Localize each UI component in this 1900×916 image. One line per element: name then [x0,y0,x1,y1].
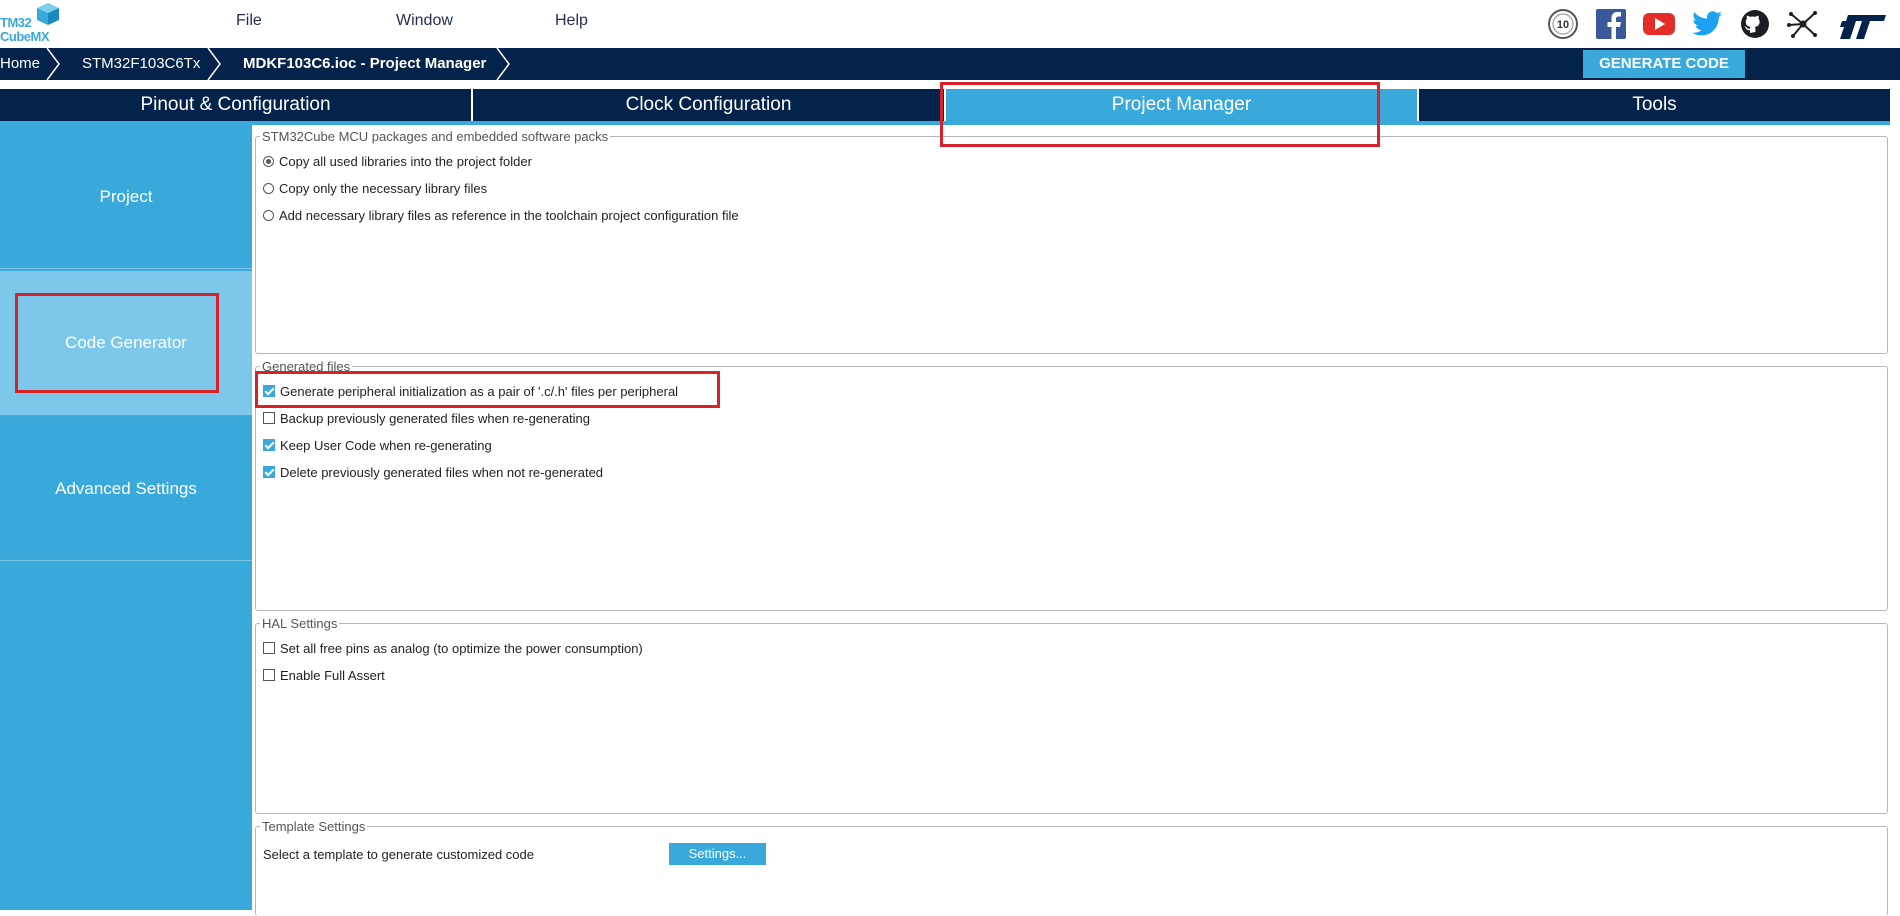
sidebar-item-project[interactable]: Project [0,125,252,269]
top-menu-bar: TM32 CubeMX File Window Help 10 [0,0,1900,48]
radio-button[interactable] [263,209,274,221]
option-label: Backup previously generated files when r… [280,410,591,426]
svg-text:10: 10 [1557,19,1569,31]
radio-button[interactable] [263,182,274,194]
template-settings-group-title: Template Settings [260,819,368,834]
option-label: Generate peripheral initialization as a … [280,383,679,399]
chevron-right-icon [207,48,221,80]
sidebar-item-advanced-settings[interactable]: Advanced Settings [0,417,252,561]
checkbox[interactable] [263,642,275,654]
generated-files-group: Generated files Generate peripheral init… [255,359,1888,611]
hal-settings-group: HAL Settings Set all free pins as analog… [255,616,1888,814]
st-logo-icon[interactable] [1834,7,1886,41]
option-label: Set all free pins as analog (to optimize… [280,640,643,656]
option-label: Add necessary library files as reference… [279,207,739,223]
breadcrumb-project[interactable]: MDKF103C6.ioc - Project Manager [243,48,486,80]
packages-option-copy-all[interactable]: Copy all used libraries into the project… [263,152,532,170]
option-label: Copy only the necessary library files [279,180,488,196]
stm32cubemx-logo: TM32 CubeMX [0,2,62,46]
template-settings-label: Select a template to generate customized… [263,847,534,862]
menu-help[interactable]: Help [555,12,588,30]
template-settings-group: Template Settings Select a template to g… [255,819,1888,916]
option-label: Keep User Code when re-generating [280,437,492,453]
hal-settings-group-title: HAL Settings [260,616,340,631]
sidebar-item-code-generator[interactable]: Code Generator [0,271,252,415]
checkbox[interactable] [263,412,275,424]
tab-project-manager[interactable]: Project Manager [946,89,1419,121]
option-label: Copy all used libraries into the project… [279,153,532,169]
checkbox[interactable] [263,439,275,451]
anniversary-10-icon[interactable]: 10 [1546,7,1580,41]
generate-code-button[interactable]: GENERATE CODE [1583,50,1745,78]
chevron-right-icon [496,48,510,80]
template-settings-button[interactable]: Settings... [669,843,766,865]
logo-line2: CubeMX [0,29,50,44]
tab-clock-configuration[interactable]: Clock Configuration [473,89,946,121]
packages-group-title: STM32Cube MCU packages and embedded soft… [260,129,611,144]
youtube-icon[interactable] [1642,7,1676,41]
tab-underline [0,121,1890,125]
checkbox[interactable] [263,385,275,397]
packages-group: STM32Cube MCU packages and embedded soft… [255,129,1888,354]
hal-option-full-assert[interactable]: Enable Full Assert [263,666,385,684]
packages-option-add-reference[interactable]: Add necessary library files as reference… [263,206,739,224]
option-label: Delete previously generated files when n… [280,464,604,480]
twitter-icon[interactable] [1690,7,1724,41]
tab-tools[interactable]: Tools [1419,89,1890,121]
packages-option-copy-necessary[interactable]: Copy only the necessary library files [263,179,487,197]
breadcrumb-home[interactable]: Home [0,48,40,80]
network-icon[interactable] [1786,7,1820,41]
menu-window[interactable]: Window [396,12,453,30]
tab-pinout-configuration[interactable]: Pinout & Configuration [0,89,473,121]
main-tabs: Pinout & Configuration Clock Configurati… [0,89,1890,121]
chevron-right-icon [46,48,60,80]
generated-files-group-title: Generated files [260,359,353,374]
radio-button[interactable] [263,155,274,167]
github-icon[interactable] [1738,7,1772,41]
facebook-icon[interactable] [1594,7,1628,41]
option-label: Enable Full Assert [280,667,385,683]
generated-files-option-delete-previous[interactable]: Delete previously generated files when n… [263,463,603,481]
hal-option-free-pins-analog[interactable]: Set all free pins as analog (to optimize… [263,639,643,657]
checkbox[interactable] [263,466,275,478]
generated-files-option-backup[interactable]: Backup previously generated files when r… [263,409,590,427]
generated-files-option-keep-user-code[interactable]: Keep User Code when re-generating [263,436,492,454]
social-icons: 10 [1546,4,1886,44]
checkbox[interactable] [263,669,275,681]
menu-file[interactable]: File [236,12,262,30]
logo-line1: TM32 [0,15,32,30]
generated-files-option-pair-files[interactable]: Generate peripheral initialization as a … [263,382,678,400]
sidebar: Project Code Generator Advanced Settings [0,125,252,910]
breadcrumb-mcu[interactable]: STM32F103C6Tx [82,48,200,80]
